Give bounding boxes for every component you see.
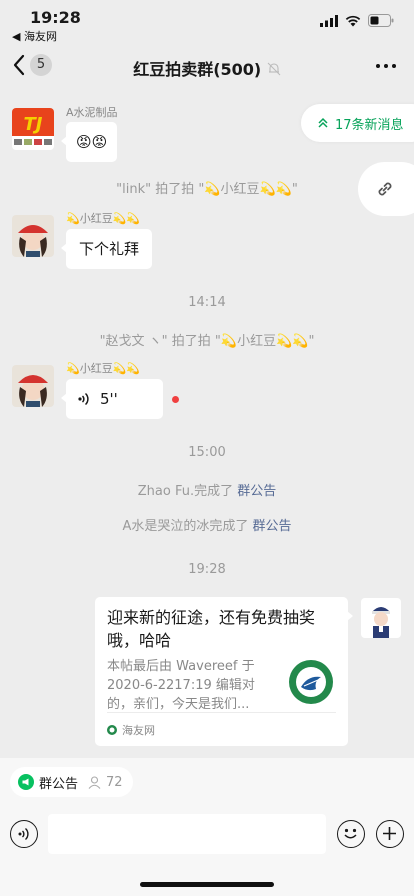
chat-title: 红豆拍卖群(500)	[0, 56, 414, 80]
avatar[interactable]	[12, 215, 54, 257]
status-bar: 19:28 ◀ 海友网	[0, 0, 414, 44]
status-icons	[320, 14, 394, 27]
svg-text:TJ: TJ	[24, 114, 43, 135]
avatar[interactable]	[12, 365, 54, 407]
avatar[interactable]: TJ	[12, 108, 54, 150]
sender-name: A水泥制品	[66, 106, 118, 119]
message-bubble[interactable]: 下个礼拜	[60, 229, 153, 269]
group-notice-completed-message: Zhao Fu.完成了 群公告	[0, 480, 414, 499]
source-logo-icon	[107, 725, 117, 735]
new-messages-label: 17条新消息	[335, 117, 404, 133]
link-card[interactable]: 迎来新的征途，还有免费抽奖哦，哈哈 本帖最后由 Wavereef 于 2020-…	[95, 597, 353, 746]
voice-duration: 5''	[100, 390, 118, 408]
unread-dot	[172, 396, 179, 403]
sender-name: 💫小红豆💫💫	[66, 362, 141, 375]
timestamp: 15:00	[188, 445, 226, 460]
card-source: 海友网	[107, 722, 155, 738]
voice-wave-icon	[78, 392, 89, 406]
emoji-icon	[344, 828, 357, 839]
person-icon	[88, 775, 101, 789]
member-count: 72	[106, 774, 123, 790]
group-notice-completed-message: A水是哭泣的冰完成了 群公告	[0, 515, 414, 534]
system-pat-message: "赵戈文 ヽ" 拍了拍 "💫小红豆💫💫"	[99, 334, 315, 349]
my-avatar[interactable]	[361, 598, 401, 638]
home-indicator[interactable]	[140, 882, 274, 887]
message-bubble[interactable]: 😡😡	[60, 122, 118, 162]
sender-name: 💫小红豆💫💫	[66, 212, 141, 225]
system-pat-message: "link" 拍了拍 "💫小红豆💫💫"	[116, 182, 298, 197]
actor-text: A水是哭泣的冰完成了	[122, 519, 249, 534]
signal-icon	[320, 14, 338, 27]
battery-icon	[368, 14, 394, 27]
chat-message-list[interactable]: TJ A水泥制品 😡😡 17条新消息 "link" 拍了拍 "💫小红豆💫💫" 💫…	[0, 88, 414, 758]
chat-title-text: 红豆拍卖群(500)	[133, 60, 262, 79]
group-notice-label: 群公告	[39, 776, 79, 792]
card-title: 迎来新的征途，还有免费抽奖哦，哈哈	[107, 608, 316, 650]
group-notice-link[interactable]: 群公告	[237, 484, 276, 499]
new-messages-button[interactable]: 17条新消息	[301, 104, 414, 142]
group-notice-chip[interactable]: 群公告 72	[10, 767, 133, 797]
back-to-app-link[interactable]: ◀ 海友网	[12, 28, 57, 44]
notice-icon	[18, 774, 34, 790]
card-thumbnail	[288, 659, 334, 714]
plus-icon	[383, 827, 396, 840]
voice-icon	[18, 827, 29, 841]
actor-text: Zhao Fu.完成了	[137, 484, 234, 499]
input-area: 群公告 72	[0, 758, 414, 896]
emoji-button[interactable]	[337, 820, 365, 848]
card-source-name: 海友网	[122, 724, 155, 737]
voice-message-bubble[interactable]: 5''	[61, 379, 163, 419]
card-description: 本帖最后由 Wavereef 于 2020-6-2217:19 编辑对的，亲们，…	[107, 659, 255, 712]
timestamp: 14:14	[188, 295, 226, 310]
more-options-button[interactable]	[376, 64, 396, 68]
more-functions-button[interactable]	[376, 820, 404, 848]
timestamp: 19:28	[188, 562, 226, 577]
group-notice-link[interactable]: 群公告	[253, 519, 292, 534]
mute-bell-icon	[267, 62, 281, 76]
double-chevron-up-icon	[318, 117, 328, 128]
voice-input-button[interactable]	[10, 820, 38, 848]
nav-bar: 5 红豆拍卖群(500)	[0, 44, 414, 88]
message-input[interactable]	[48, 814, 326, 854]
wifi-icon	[345, 15, 361, 26]
status-time: 19:28	[30, 8, 81, 27]
